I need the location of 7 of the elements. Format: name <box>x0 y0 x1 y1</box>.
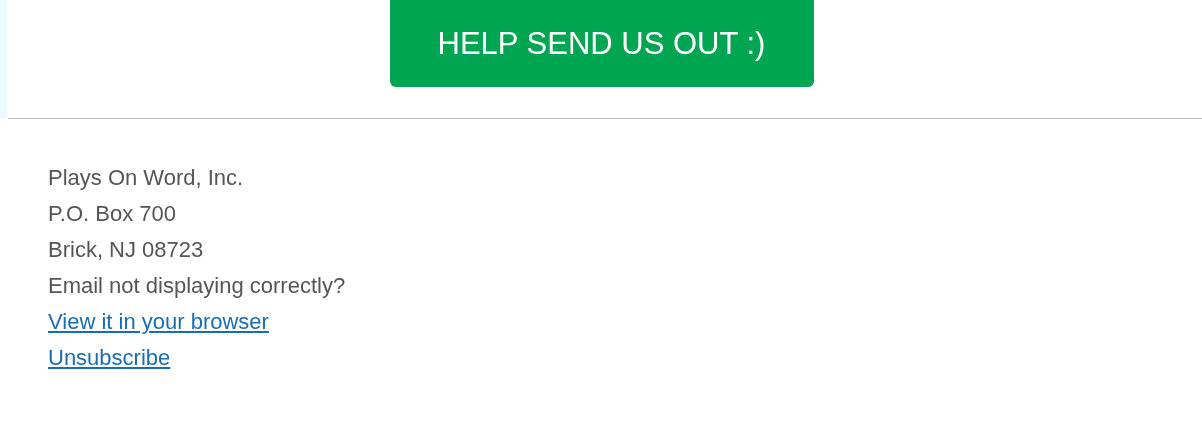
footer-link[interactable]: Unsubscribe <box>48 345 171 370</box>
footer-link[interactable]: View it in your browser <box>48 309 269 334</box>
cta-button[interactable]: HELP SEND US OUT :) <box>389 0 814 87</box>
address-line: Email not displaying correctly? <box>48 273 346 298</box>
address-line: Plays On Word, Inc. <box>48 165 244 190</box>
address-line: Brick, NJ 08723 <box>48 237 204 262</box>
address-line: P.O. Box 700 <box>48 201 176 226</box>
